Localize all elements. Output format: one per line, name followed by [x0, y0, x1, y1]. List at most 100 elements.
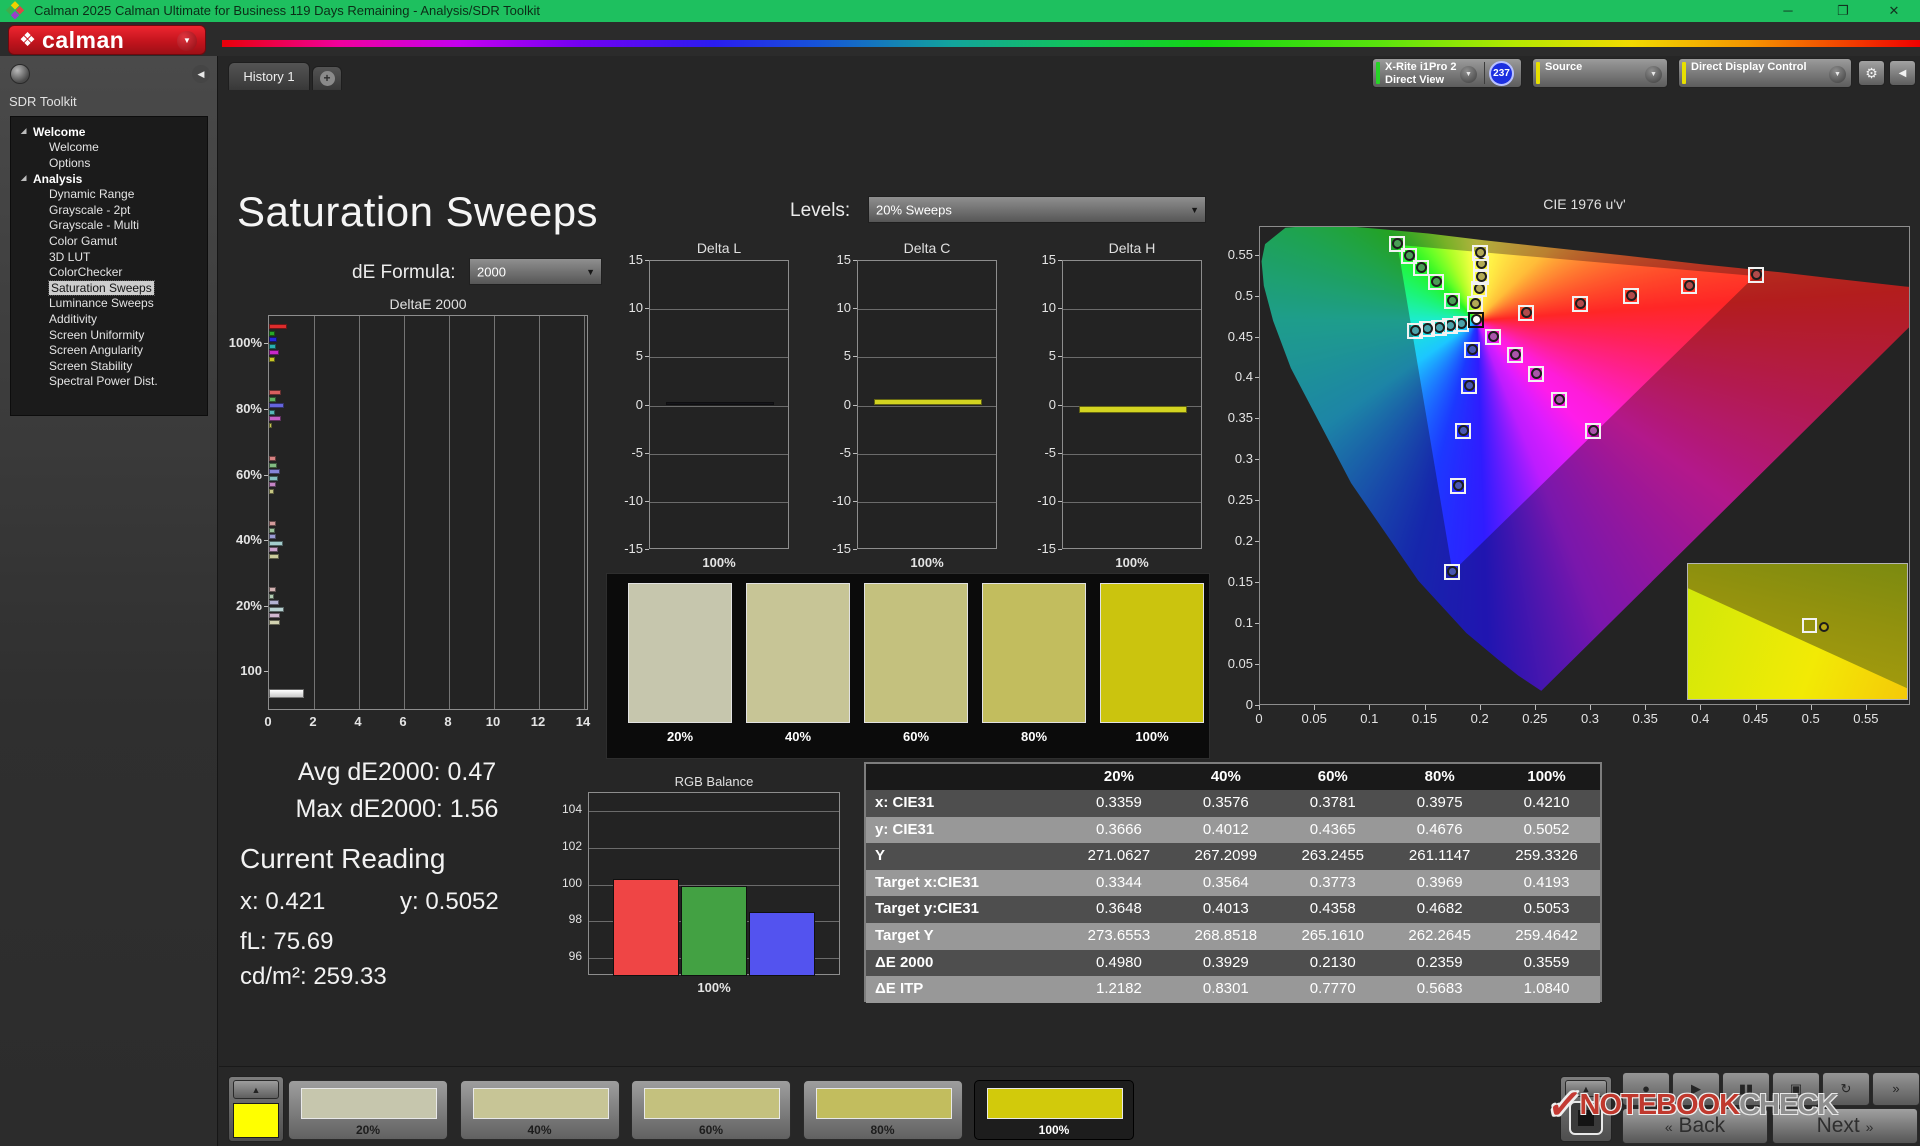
record-button[interactable]: ● [1622, 1072, 1670, 1106]
table-cell: 262.2645 [1386, 923, 1493, 950]
chevron-left-icon: ◀ [1899, 68, 1907, 79]
sidebar-group-welcome[interactable]: ◢Welcome [11, 124, 207, 140]
pattern-button-40%[interactable]: 40% [460, 1080, 620, 1140]
sidebar-item-additivity[interactable]: Additivity [11, 312, 207, 328]
table-cell: 0.3648 [1065, 896, 1172, 923]
sidebar-item-grayscale-multi[interactable]: Grayscale - Multi [11, 218, 207, 234]
sidebar-collapse-button[interactable]: ◀ [192, 65, 210, 83]
calman-menu-button[interactable]: ❖ calman ▼ [8, 25, 206, 55]
refresh-button[interactable]: ↻ [1822, 1072, 1870, 1106]
collapse-panel-button[interactable]: ◀ [1889, 60, 1916, 86]
chevron-down-icon[interactable]: ▼ [1829, 66, 1846, 83]
x-tick-label: 100% [588, 980, 840, 995]
levels-dropdown[interactable]: 20% Sweeps ▼ [868, 196, 1206, 223]
sidebar-item-screen-stability[interactable]: Screen Stability [11, 359, 207, 375]
display-control-dropdown[interactable]: Direct Display Control ▼ [1678, 58, 1852, 88]
sidebar-item-screen-uniformity[interactable]: Screen Uniformity [11, 328, 207, 344]
axis-tick [1058, 260, 1062, 261]
table-cell: 263.2455 [1279, 843, 1386, 870]
pattern-expand-button[interactable]: ▲ [233, 1080, 279, 1099]
sidebar-item-screen-angularity[interactable]: Screen Angularity [11, 343, 207, 359]
chevron-down-icon[interactable]: ▼ [1645, 66, 1662, 83]
axis-tick [1255, 255, 1259, 256]
pattern-button-60%[interactable]: 60% [631, 1080, 791, 1140]
restore-button[interactable]: ❐ [1821, 0, 1865, 22]
x-tick-label: 0 [1241, 711, 1277, 726]
gridline [858, 454, 996, 455]
pattern-button-100%[interactable]: 100% [974, 1080, 1134, 1140]
settings-button[interactable]: ⚙ [1858, 60, 1885, 86]
pattern-panel: ▲ [228, 1076, 284, 1142]
y-group-label: 100 [216, 663, 262, 678]
workflow-orb-icon[interactable] [10, 64, 30, 84]
table-cell: 0.4013 [1172, 896, 1279, 923]
y-tick-label: 0 [1217, 697, 1253, 712]
x-tick-label: 6 [393, 714, 413, 729]
chevron-down-icon[interactable]: ▼ [1460, 66, 1477, 83]
close-button[interactable]: ✕ [1872, 0, 1916, 22]
sidebar-item-spectral-power-dist-[interactable]: Spectral Power Dist. [11, 374, 207, 390]
de-bar-yellow [269, 357, 275, 362]
axis-tick [1255, 582, 1259, 583]
measured-point-red [1626, 290, 1637, 301]
row-label: y: CIE31 [866, 817, 1065, 844]
display-control-status-stripe [1682, 62, 1686, 84]
axis-tick [1480, 705, 1481, 710]
table-cell: 0.4682 [1386, 896, 1493, 923]
source-dropdown[interactable]: Source ▼ [1532, 58, 1668, 88]
sidebar-item-options[interactable]: Options [11, 156, 207, 172]
back-button[interactable]: « Back [1622, 1108, 1768, 1144]
current-pattern-swatch[interactable] [233, 1103, 279, 1138]
axis-tick [1590, 705, 1591, 710]
plot-area [1062, 260, 1202, 549]
sweep-swatch-label: 100% [1100, 729, 1204, 744]
tab-history-1[interactable]: History 1 [228, 62, 310, 90]
pattern-button-80%[interactable]: 80% [803, 1080, 963, 1140]
screen-button[interactable]: ▣ [1772, 1072, 1820, 1106]
sidebar-item-saturation-sweeps[interactable]: Saturation Sweeps [11, 281, 207, 297]
de-formula-dropdown[interactable]: 2000 ▼ [469, 258, 602, 285]
more-button[interactable]: » [1872, 1072, 1920, 1106]
axis-tick [1255, 623, 1259, 624]
measured-point-cyan [1434, 322, 1445, 333]
pattern-label: 40% [461, 1123, 619, 1137]
gridline [650, 309, 788, 310]
pause-button[interactable]: ▮▮ [1722, 1072, 1770, 1106]
session-expand-button[interactable]: ▲ [1565, 1080, 1607, 1097]
y-tick-label: 96 [556, 949, 582, 963]
tree-expander-icon[interactable]: ◢ [21, 171, 26, 187]
sidebar-item-color-gamut[interactable]: Color Gamut [11, 234, 207, 250]
sweep-swatch-label: 80% [982, 729, 1086, 744]
sidebar-group-analysis[interactable]: ◢Analysis [11, 171, 207, 187]
sidebar-item-welcome[interactable]: Welcome [11, 140, 207, 156]
axis-tick [1700, 705, 1701, 710]
de-bar-green [269, 331, 275, 336]
delta-bar [1079, 406, 1187, 414]
play-button[interactable]: ▶ [1672, 1072, 1720, 1106]
gridline [584, 316, 585, 709]
sidebar-item-luminance-sweeps[interactable]: Luminance Sweeps [11, 296, 207, 312]
table-cell: 0.4980 [1065, 950, 1172, 977]
axis-tick [1255, 296, 1259, 297]
axis-tick [1255, 500, 1259, 501]
y-tick-label: -15 [821, 541, 851, 556]
next-button[interactable]: Next » [1772, 1108, 1918, 1144]
pattern-button-20%[interactable]: 20% [288, 1080, 448, 1140]
calman-menu-chevron-icon[interactable]: ▼ [177, 31, 197, 51]
minimize-button[interactable]: ─ [1766, 0, 1810, 22]
axis-tick [645, 501, 649, 502]
measured-point-yellow [1470, 298, 1481, 309]
pattern-label: 100% [975, 1123, 1133, 1137]
gridline [650, 357, 788, 358]
axis-tick [1645, 705, 1646, 710]
add-tab-button[interactable]: + [312, 66, 342, 90]
axis-tick [1255, 418, 1259, 419]
tree-expander-icon[interactable]: ◢ [21, 124, 26, 140]
gridline [1063, 357, 1201, 358]
y-tick-label: 0 [1026, 397, 1056, 412]
sidebar-item-grayscale-2pt[interactable]: Grayscale - 2pt [11, 203, 207, 219]
sidebar-item-3d-lut[interactable]: 3D LUT [11, 250, 207, 266]
stop-button[interactable] [1569, 1101, 1603, 1135]
sidebar-item-colorchecker[interactable]: ColorChecker [11, 265, 207, 281]
sidebar-item-dynamic-range[interactable]: Dynamic Range [11, 187, 207, 203]
